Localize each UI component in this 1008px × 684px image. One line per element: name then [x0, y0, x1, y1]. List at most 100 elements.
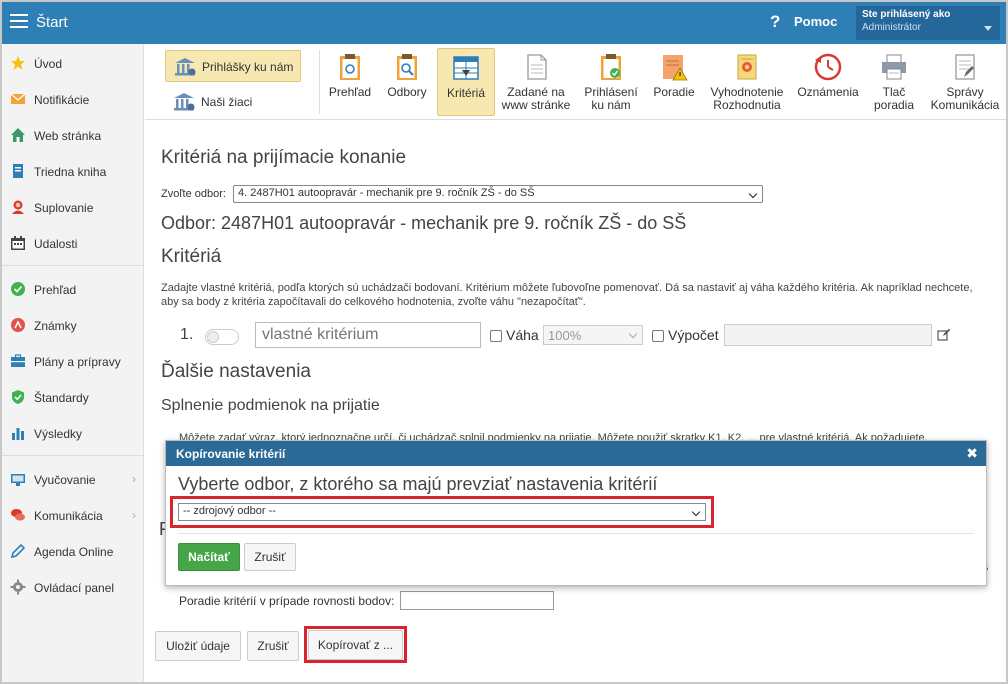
sidebar-item-udalosti[interactable]: Udalosti: [2, 226, 144, 260]
chevron-right-icon: ›: [132, 472, 136, 486]
load-button[interactable]: Načítať: [178, 543, 240, 571]
school-icon: [174, 93, 195, 111]
tab-odbory[interactable]: Odbory: [381, 48, 433, 116]
book-icon: [13, 164, 23, 178]
sidebar-item-ovladaci-panel[interactable]: Ovládací panel: [2, 570, 144, 604]
tab-zadane-na-www[interactable]: Zadané na www stránke: [499, 48, 573, 116]
sidebar-item-triedna-kniha[interactable]: Triedna kniha: [2, 154, 144, 188]
nasi-ziaci-label: Naši žiaci: [201, 95, 253, 109]
prihlasky-button[interactable]: Prihlášky ku nám: [165, 50, 301, 82]
help-icon[interactable]: ?: [770, 12, 780, 32]
copy-criteria-dialog: Kopírovanie kritérií ✖ Vyberte odbor, z …: [165, 440, 987, 586]
vypocet-checkbox[interactable]: [652, 330, 664, 342]
sidebar-item-notifikacie[interactable]: Notifikácie: [2, 82, 144, 116]
criteria-description: Zadajte vlastné kritériá, podľa ktorých …: [161, 282, 973, 308]
sidebar-item-label: Agenda Online: [34, 545, 114, 559]
order-label: Poradie kritérií v prípade rovnosti bodo…: [179, 594, 395, 608]
home-icon: [11, 128, 25, 142]
sidebar-item-label: Notifikácie: [34, 93, 90, 107]
source-odbor-select[interactable]: -- zdrojový odbor --: [178, 503, 706, 521]
tab-label-line2: poradia: [873, 98, 915, 112]
envelope-icon: [10, 93, 26, 104]
user-menu[interactable]: Ste prihlásený ako Administrátor: [856, 6, 1000, 40]
dialog-heading: Vyberte odbor, z ktorého sa majú prevzia…: [178, 474, 658, 494]
sidebar-item-suplovanie[interactable]: Suplovanie: [2, 190, 144, 224]
tab-tlac-poradia[interactable]: Tlač poradia: [867, 48, 921, 116]
sidebar-item-standardy[interactable]: Štandardy: [2, 380, 144, 414]
sidebar-item-vyucovanie[interactable]: Vyučovanie ›: [2, 462, 144, 496]
sidebar-divider: [2, 455, 144, 456]
criterion-toggle[interactable]: [205, 329, 239, 345]
sidebar-item-label: Web stránka: [34, 129, 102, 143]
odbor-select-value: 4. 2487H01 autoopravár - mechanik pre 9.…: [238, 187, 535, 199]
sidebar-item-label: Výsledky: [34, 427, 83, 441]
sidebar-item-agenda-online[interactable]: Agenda Online: [2, 534, 144, 568]
sidebar-item-web-stranka[interactable]: Web stránka: [2, 118, 144, 152]
vaha-select-value: 100%: [548, 328, 582, 343]
toggle-knob: [207, 331, 219, 343]
sidebar-item-komunikacia[interactable]: Komunikácia ›: [2, 498, 144, 532]
prihlasky-label: Prihlášky ku nám: [202, 60, 294, 74]
clipboard-check-icon: [601, 54, 621, 80]
tab-kriteria[interactable]: Kritériá: [437, 48, 495, 116]
tab-label: Prehľad: [328, 85, 372, 99]
tab-spravy-komunikacia[interactable]: Správy Komunikácia: [925, 48, 1005, 116]
clipboard-eye-icon: [340, 54, 360, 80]
tab-label: Kritériá: [446, 86, 485, 100]
table-filter-icon: [453, 56, 479, 80]
help-link[interactable]: Pomoc: [794, 14, 837, 29]
dialog-cancel-button[interactable]: Zrušiť: [244, 543, 296, 571]
tab-label-line2: Rozhodnutia: [713, 98, 781, 112]
sidebar-item-prehlad[interactable]: Prehľad: [2, 272, 144, 306]
clock-icon: [814, 53, 842, 81]
dialog-divider: [178, 533, 974, 534]
chevron-down-icon: [691, 507, 701, 517]
dialog-title: Kopírovanie kritérií: [176, 447, 286, 461]
sidebar-divider: [2, 265, 144, 266]
tab-prehlad[interactable]: Prehľad: [323, 48, 377, 116]
tab-oznamenia[interactable]: Oznámenia: [793, 48, 863, 116]
vaha-label: Váha: [506, 327, 539, 343]
sidebar-item-plany[interactable]: Plány a prípravy: [2, 344, 144, 378]
sidebar-item-label: Suplovanie: [34, 201, 94, 215]
tab-label: Poradie: [653, 85, 695, 99]
close-icon[interactable]: ✖: [966, 445, 978, 462]
app-title[interactable]: Štart: [36, 14, 68, 31]
tab-label: Oznámenia: [797, 85, 859, 99]
document-pen-icon: [955, 54, 975, 80]
sidebar-item-vysledky[interactable]: Výsledky: [2, 416, 144, 450]
save-button[interactable]: Uložiť údaje: [155, 631, 241, 661]
sidebar-item-label: Úvod: [34, 57, 63, 71]
further-settings-heading: Ďalšie nastavenia: [161, 361, 311, 382]
menu-icon[interactable]: [10, 14, 28, 28]
sidebar-item-znamky[interactable]: Známky: [2, 308, 144, 342]
chevron-down-icon: [984, 26, 992, 31]
grade-icon: [11, 318, 25, 332]
copy-from-button[interactable]: Kopírovať z ...: [308, 630, 403, 660]
vaha-checkbox[interactable]: [490, 330, 502, 342]
order-input[interactable]: [400, 591, 554, 610]
check-circle-icon: [11, 282, 25, 296]
odbor-select[interactable]: 4. 2487H01 autoopravár - mechanik pre 9.…: [233, 185, 763, 203]
edit-icon[interactable]: [937, 328, 951, 342]
chevron-down-icon: [628, 329, 638, 339]
vaha-select[interactable]: 100%: [543, 325, 643, 345]
page-title: Kritériá na prijímacie konanie: [161, 147, 407, 168]
cancel-button[interactable]: Zrušiť: [247, 631, 299, 661]
odbor-title: Odbor: 2487H01 autoopravár - mechanik pr…: [161, 213, 687, 233]
sidebar-item-uvod[interactable]: Úvod: [2, 46, 144, 80]
tab-vyhodnotenie[interactable]: Vyhodnotenie Rozhodnutia: [705, 48, 789, 116]
tab-prihlaseni[interactable]: Prihlásení ku nám: [579, 48, 643, 116]
criterion-name-input[interactable]: [255, 322, 481, 348]
pen-icon: [10, 543, 26, 559]
dialog-header: Kopírovanie kritérií ✖: [166, 441, 986, 466]
tab-poradie[interactable]: Poradie: [647, 48, 701, 116]
sidebar-item-label: Vyučovanie: [34, 473, 96, 487]
school-icon: [175, 58, 196, 76]
printer-icon: [882, 54, 906, 80]
vypocet-input[interactable]: [724, 324, 932, 346]
sidebar-item-label: Známky: [34, 319, 77, 333]
sidebar-item-label: Štandardy: [34, 391, 89, 405]
nasi-ziaci-button[interactable]: Naši žiaci: [165, 86, 301, 118]
toolbar-divider: [319, 50, 320, 114]
